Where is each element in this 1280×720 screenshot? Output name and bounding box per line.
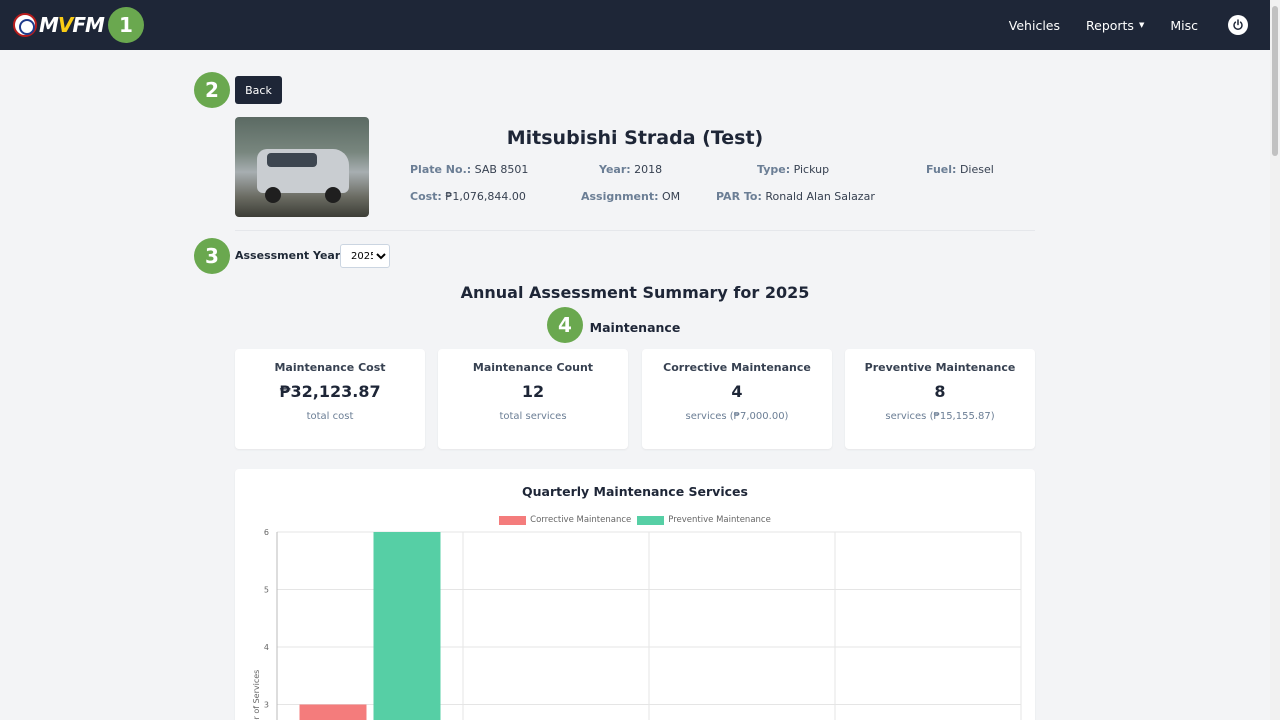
power-icon[interactable] — [1228, 15, 1248, 35]
summary-title: Annual Assessment Summary for 2025 — [460, 283, 810, 302]
nav-reports[interactable]: Reports ▼ — [1086, 18, 1144, 33]
annotation-badge-2: 2 — [194, 72, 230, 108]
vehicle-assignment: Assignment: OM — [581, 190, 681, 203]
card-title: Maintenance Cost — [274, 361, 386, 374]
logo-text: MVFM — [39, 13, 105, 37]
annotation-badge-1: 1 — [108, 7, 144, 43]
vehicle-year: Year: 2018 — [599, 163, 663, 176]
card-subtext: total cost — [306, 411, 354, 422]
card-value: ₱32,123.87 — [279, 382, 381, 401]
y-tick-label: 6 — [264, 528, 269, 537]
vehicle-fuel: Fuel: Diesel — [926, 163, 994, 176]
card-maintenance-count: Maintenance Count 12 total services — [438, 349, 628, 449]
section-title-maintenance: Maintenance — [589, 320, 681, 335]
vehicle-cost: Cost: ₱1,076,844.00 — [410, 190, 526, 203]
card-value: 8 — [934, 382, 946, 401]
annotation-badge-3: 3 — [194, 238, 230, 274]
nav-vehicles[interactable]: Vehicles — [1009, 18, 1060, 33]
page-scrollbar[interactable] — [1270, 0, 1280, 720]
app-logo[interactable]: MVFM — [13, 12, 105, 38]
vehicle-photo — [235, 117, 369, 217]
vehicle-type: Type: Pickup — [757, 163, 830, 176]
card-value: 4 — [731, 382, 743, 401]
card-subtext: total services — [499, 411, 567, 422]
vehicle-plate: Plate No.: SAB 8501 — [410, 163, 529, 176]
vehicle-name: Mitsubishi Strada (Test) — [506, 127, 764, 149]
card-title: Preventive Maintenance — [864, 361, 1016, 374]
vehicle-par-to: PAR To: Ronald Alan Salazar — [716, 190, 875, 203]
card-subtext: services (₱15,155.87) — [885, 411, 995, 422]
y-tick-label: 5 — [264, 586, 269, 595]
bar-corrective — [299, 704, 367, 720]
back-button[interactable]: Back — [235, 76, 282, 104]
card-preventive-maintenance: Preventive Maintenance 8 services (₱15,1… — [845, 349, 1035, 449]
chart-card: Quarterly Maintenance Services Correctiv… — [235, 469, 1035, 720]
card-corrective-maintenance: Corrective Maintenance 4 services (₱7,00… — [642, 349, 832, 449]
navbar: MVFM Vehicles Reports ▼ Misc — [0, 0, 1270, 50]
caret-down-icon: ▼ — [1138, 21, 1145, 29]
card-value: 12 — [521, 382, 545, 401]
annotation-badge-4: 4 — [547, 307, 583, 343]
scrollbar-thumb[interactable] — [1272, 6, 1278, 156]
assessment-year-select[interactable]: 2025 — [340, 244, 390, 268]
card-title: Corrective Maintenance — [663, 361, 811, 374]
chart-plot: 6 5 4 3Number of Services — [252, 528, 1022, 720]
bar-preventive — [373, 532, 441, 720]
y-axis-label: Number of Services — [252, 670, 261, 720]
header-divider — [235, 230, 1035, 231]
card-maintenance-cost: Maintenance Cost ₱32,123.87 total cost — [235, 349, 425, 449]
assessment-year-label: Assessment Year: — [235, 249, 345, 262]
card-subtext: services (₱7,000.00) — [685, 411, 789, 422]
y-tick-label: 3 — [264, 701, 269, 710]
y-tick-label: 4 — [264, 643, 269, 652]
card-title: Maintenance Count — [472, 361, 594, 374]
nav-misc[interactable]: Misc — [1170, 18, 1198, 33]
nav-links: Vehicles Reports ▼ Misc — [983, 0, 1248, 50]
seal-icon — [13, 13, 37, 37]
